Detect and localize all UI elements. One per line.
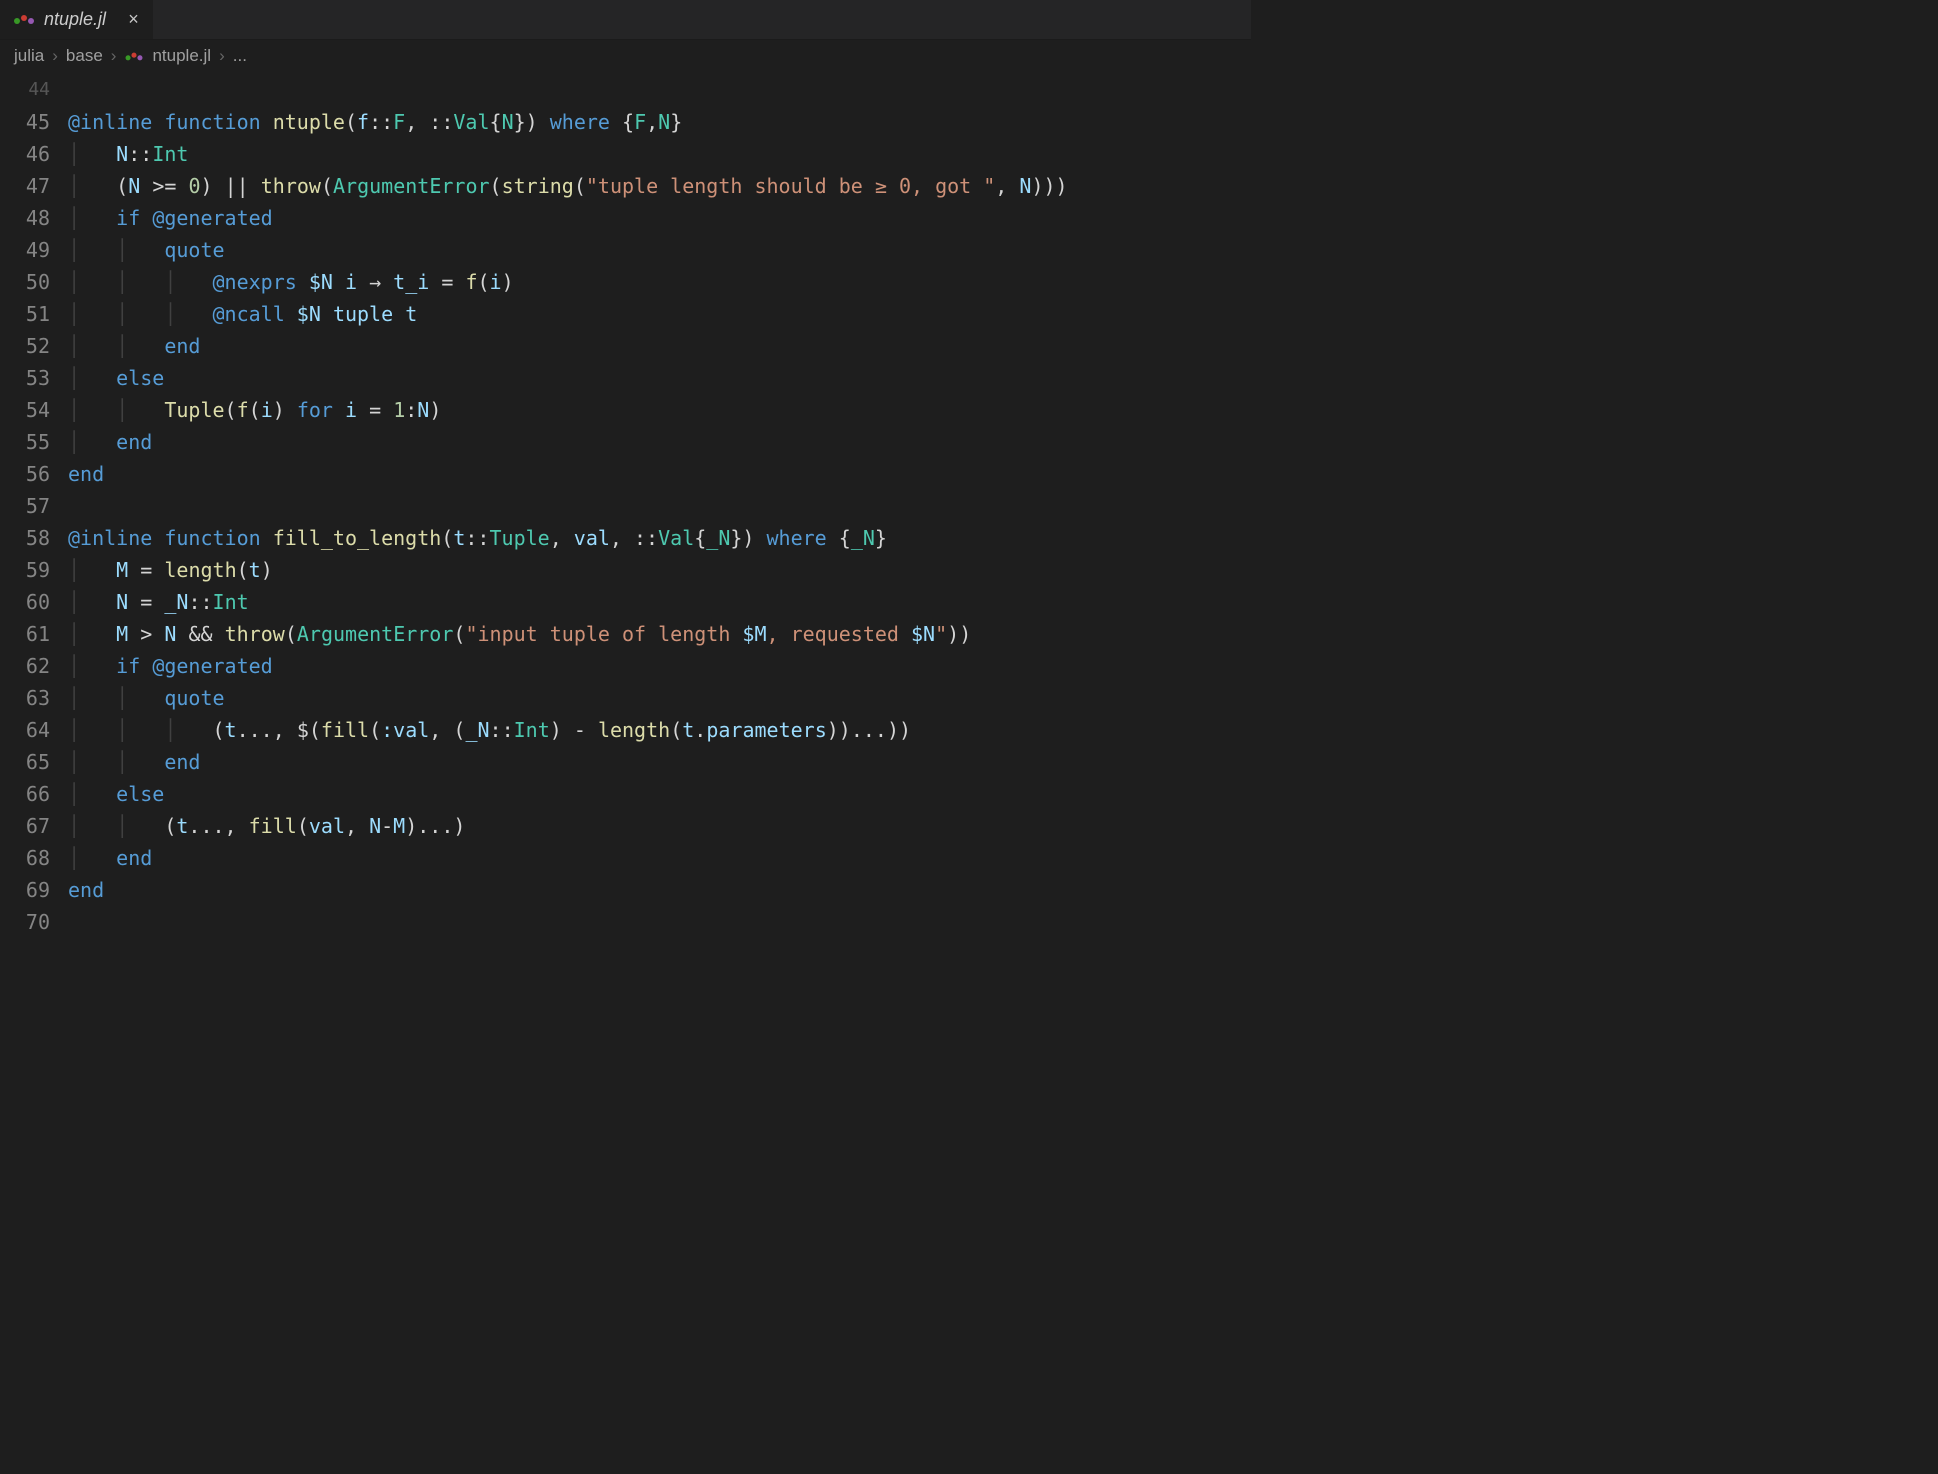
code-line[interactable]: │ else: [68, 362, 1251, 394]
code-line[interactable]: │ │ │ @ncall $N tuple t: [68, 298, 1251, 330]
code-line[interactable]: │ N::Int: [68, 138, 1251, 170]
close-icon[interactable]: ×: [128, 9, 139, 30]
line-number: 52: [0, 330, 50, 362]
line-number: 47: [0, 170, 50, 202]
chevron-right-icon: ›: [111, 46, 117, 66]
code-line[interactable]: end: [68, 458, 1251, 490]
line-number: 46: [0, 138, 50, 170]
line-number: 53: [0, 362, 50, 394]
line-number: 62: [0, 650, 50, 682]
breadcrumb[interactable]: julia › base › ntuple.jl › ...: [0, 40, 1251, 72]
chevron-right-icon: ›: [219, 46, 225, 66]
code-line[interactable]: │ N = _N::Int: [68, 586, 1251, 618]
code-line[interactable]: │ M > N && throw(ArgumentError("input tu…: [68, 618, 1251, 650]
code-line[interactable]: │ │ │ @nexprs $N i → t_i = f(i): [68, 266, 1251, 298]
code-line[interactable]: @inline function ntuple(f::F, ::Val{N}) …: [68, 106, 1251, 138]
code-line[interactable]: [68, 490, 1251, 522]
breadcrumb-seg[interactable]: ntuple.jl: [152, 46, 211, 66]
breadcrumb-ellipsis[interactable]: ...: [233, 46, 247, 66]
line-number: 56: [0, 458, 50, 490]
line-number: 64: [0, 714, 50, 746]
editor[interactable]: 44 45 46 47 48 49 50 51 52 53 54 55 56 5…: [0, 72, 1251, 938]
line-number: 57: [0, 490, 50, 522]
line-number: 49: [0, 234, 50, 266]
tab-bar: ntuple.jl ×: [0, 0, 1251, 40]
code-line[interactable]: │ end: [68, 426, 1251, 458]
line-gutter: 44 45 46 47 48 49 50 51 52 53 54 55 56 5…: [0, 74, 68, 938]
julia-icon: [14, 15, 34, 24]
chevron-right-icon: ›: [52, 46, 58, 66]
line-number: 54: [0, 394, 50, 426]
line-number: 45: [0, 106, 50, 138]
line-number: 66: [0, 778, 50, 810]
line-number: 51: [0, 298, 50, 330]
line-number: 67: [0, 810, 50, 842]
code-line[interactable]: [68, 906, 1251, 938]
code-line[interactable]: │ │ │ (t..., $(fill(:val, (_N::Int) - le…: [68, 714, 1251, 746]
line-number: 61: [0, 618, 50, 650]
line-number: 63: [0, 682, 50, 714]
code-line[interactable]: │ │ quote: [68, 234, 1251, 266]
line-number: 68: [0, 842, 50, 874]
code-line[interactable]: end: [68, 874, 1251, 906]
line-number: 59: [0, 554, 50, 586]
line-number: 69: [0, 874, 50, 906]
code-area[interactable]: @inline function ntuple(f::F, ::Val{N}) …: [68, 74, 1251, 938]
tab-filename: ntuple.jl: [44, 9, 106, 30]
line-number: 55: [0, 426, 50, 458]
breadcrumb-seg[interactable]: julia: [14, 46, 44, 66]
code-line[interactable]: │ │ quote: [68, 682, 1251, 714]
code-line[interactable]: │ │ end: [68, 746, 1251, 778]
code-line[interactable]: │ │ end: [68, 330, 1251, 362]
breadcrumb-seg[interactable]: base: [66, 46, 103, 66]
line-number: 70: [0, 906, 50, 938]
line-number: 48: [0, 202, 50, 234]
julia-icon: [126, 52, 143, 60]
line-number: 58: [0, 522, 50, 554]
code-line[interactable]: @inline function fill_to_length(t::Tuple…: [68, 522, 1251, 554]
code-line[interactable]: │ else: [68, 778, 1251, 810]
code-line[interactable]: │ (N >= 0) || throw(ArgumentError(string…: [68, 170, 1251, 202]
code-line[interactable]: │ M = length(t): [68, 554, 1251, 586]
line-number: 50: [0, 266, 50, 298]
line-number: 44: [0, 74, 50, 106]
code-line[interactable]: │ end: [68, 842, 1251, 874]
line-number: 65: [0, 746, 50, 778]
tab-ntuple[interactable]: ntuple.jl ×: [0, 0, 154, 39]
code-line[interactable]: │ │ Tuple(f(i) for i = 1:N): [68, 394, 1251, 426]
code-line[interactable]: │ if @generated: [68, 202, 1251, 234]
line-number: 60: [0, 586, 50, 618]
code-line[interactable]: [68, 74, 1251, 106]
code-line[interactable]: │ if @generated: [68, 650, 1251, 682]
code-line[interactable]: │ │ (t..., fill(val, N-M)...): [68, 810, 1251, 842]
